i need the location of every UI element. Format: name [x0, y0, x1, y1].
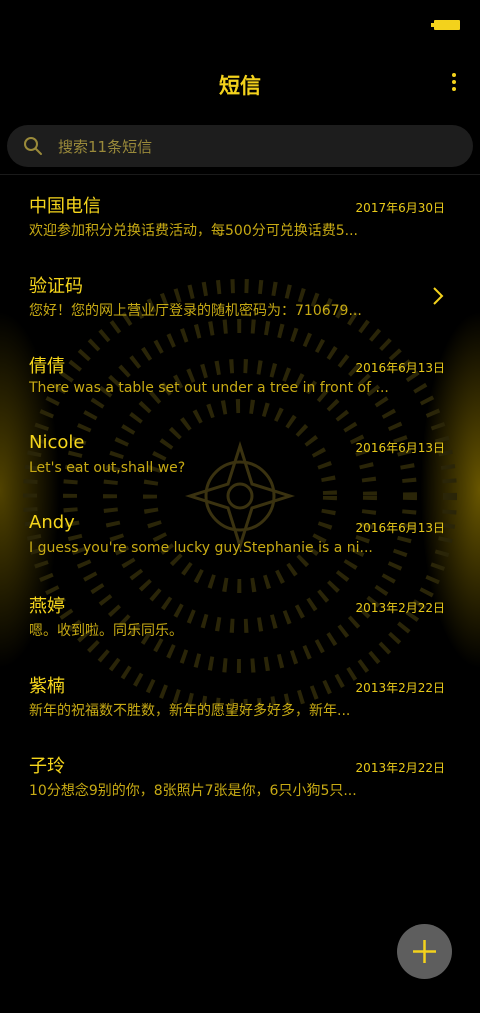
message-date: 2013年2月22日	[355, 761, 445, 775]
message-preview: 新年的祝福数不胜数，新年的愿望好多好多，新年...	[29, 703, 351, 719]
contact-name: 验证码	[29, 276, 83, 297]
conversation-row[interactable]: 燕婷 2013年2月22日 嗯。收到啦。同乐同乐。	[0, 578, 480, 658]
more-vertical-icon-dot	[452, 87, 456, 91]
message-date: 2017年6月30日	[355, 201, 445, 215]
conversation-list: 中国电信 2017年6月30日 欢迎参加积分兑换话费活动，每500分可兑换话费5…	[0, 178, 480, 818]
conversation-row[interactable]: 中国电信 2017年6月30日 欢迎参加积分兑换话费活动，每500分可兑换话费5…	[0, 178, 480, 258]
contact-name: 燕婷	[29, 596, 65, 617]
contact-name: 中国电信	[29, 196, 101, 217]
message-date: 2016年6月13日	[355, 441, 445, 455]
more-vertical-icon	[452, 73, 456, 77]
conversation-row[interactable]: Nicole 2016年6月13日 Let's eat out,shall we…	[0, 418, 480, 498]
message-preview: 欢迎参加积分兑换话费活动，每500分可兑换话费5...	[29, 223, 358, 239]
page-title: 短信	[219, 74, 261, 98]
new-message-button[interactable]	[397, 924, 452, 979]
contact-name: 倩倩	[29, 356, 65, 377]
message-preview: There was a table set out under a tree i…	[29, 380, 389, 396]
conversation-row[interactable]: 紫楠 2013年2月22日 新年的祝福数不胜数，新年的愿望好多好多，新年...	[0, 658, 480, 738]
message-preview: 嗯。收到啦。同乐同乐。	[29, 623, 183, 639]
contact-name: Nicole	[29, 432, 85, 453]
message-preview: Let's eat out,shall we?	[29, 460, 186, 476]
divider	[0, 174, 480, 175]
message-date: 2013年2月22日	[355, 601, 445, 615]
app-header: 短信	[0, 60, 480, 110]
conversation-row[interactable]: 验证码 您好！您的网上营业厅登录的随机密码为：710679...	[0, 258, 480, 338]
more-vertical-icon-dot	[452, 80, 456, 84]
status-bar	[0, 0, 480, 40]
search-input[interactable]: 搜索11条短信	[7, 125, 473, 167]
chevron-right-icon[interactable]	[432, 286, 444, 306]
message-preview: 您好！您的网上营业厅登录的随机密码为：710679...	[29, 303, 362, 319]
search-placeholder: 搜索11条短信	[58, 138, 153, 156]
contact-name: Andy	[29, 512, 75, 533]
battery-icon	[431, 20, 460, 30]
message-preview: 10分想念9别的你，8张照片7张是你，6只小狗5只...	[29, 783, 357, 799]
message-date: 2013年2月22日	[355, 681, 445, 695]
conversation-row[interactable]: 子玲 2013年2月22日 10分想念9别的你，8张照片7张是你，6只小狗5只.…	[0, 738, 480, 818]
contact-name: 紫楠	[29, 676, 65, 697]
conversation-row[interactable]: Andy 2016年6月13日 I guess you're some luck…	[0, 498, 480, 578]
contact-name: 子玲	[29, 756, 65, 777]
search-icon	[24, 137, 42, 155]
message-date: 2016年6月13日	[355, 521, 445, 535]
message-date: 2016年6月13日	[355, 361, 445, 375]
message-preview: I guess you're some lucky guy.Stephanie …	[29, 540, 373, 556]
conversation-row[interactable]: 倩倩 2016年6月13日 There was a table set out …	[0, 338, 480, 418]
plus-icon	[413, 940, 436, 963]
more-options-button[interactable]	[442, 70, 466, 96]
